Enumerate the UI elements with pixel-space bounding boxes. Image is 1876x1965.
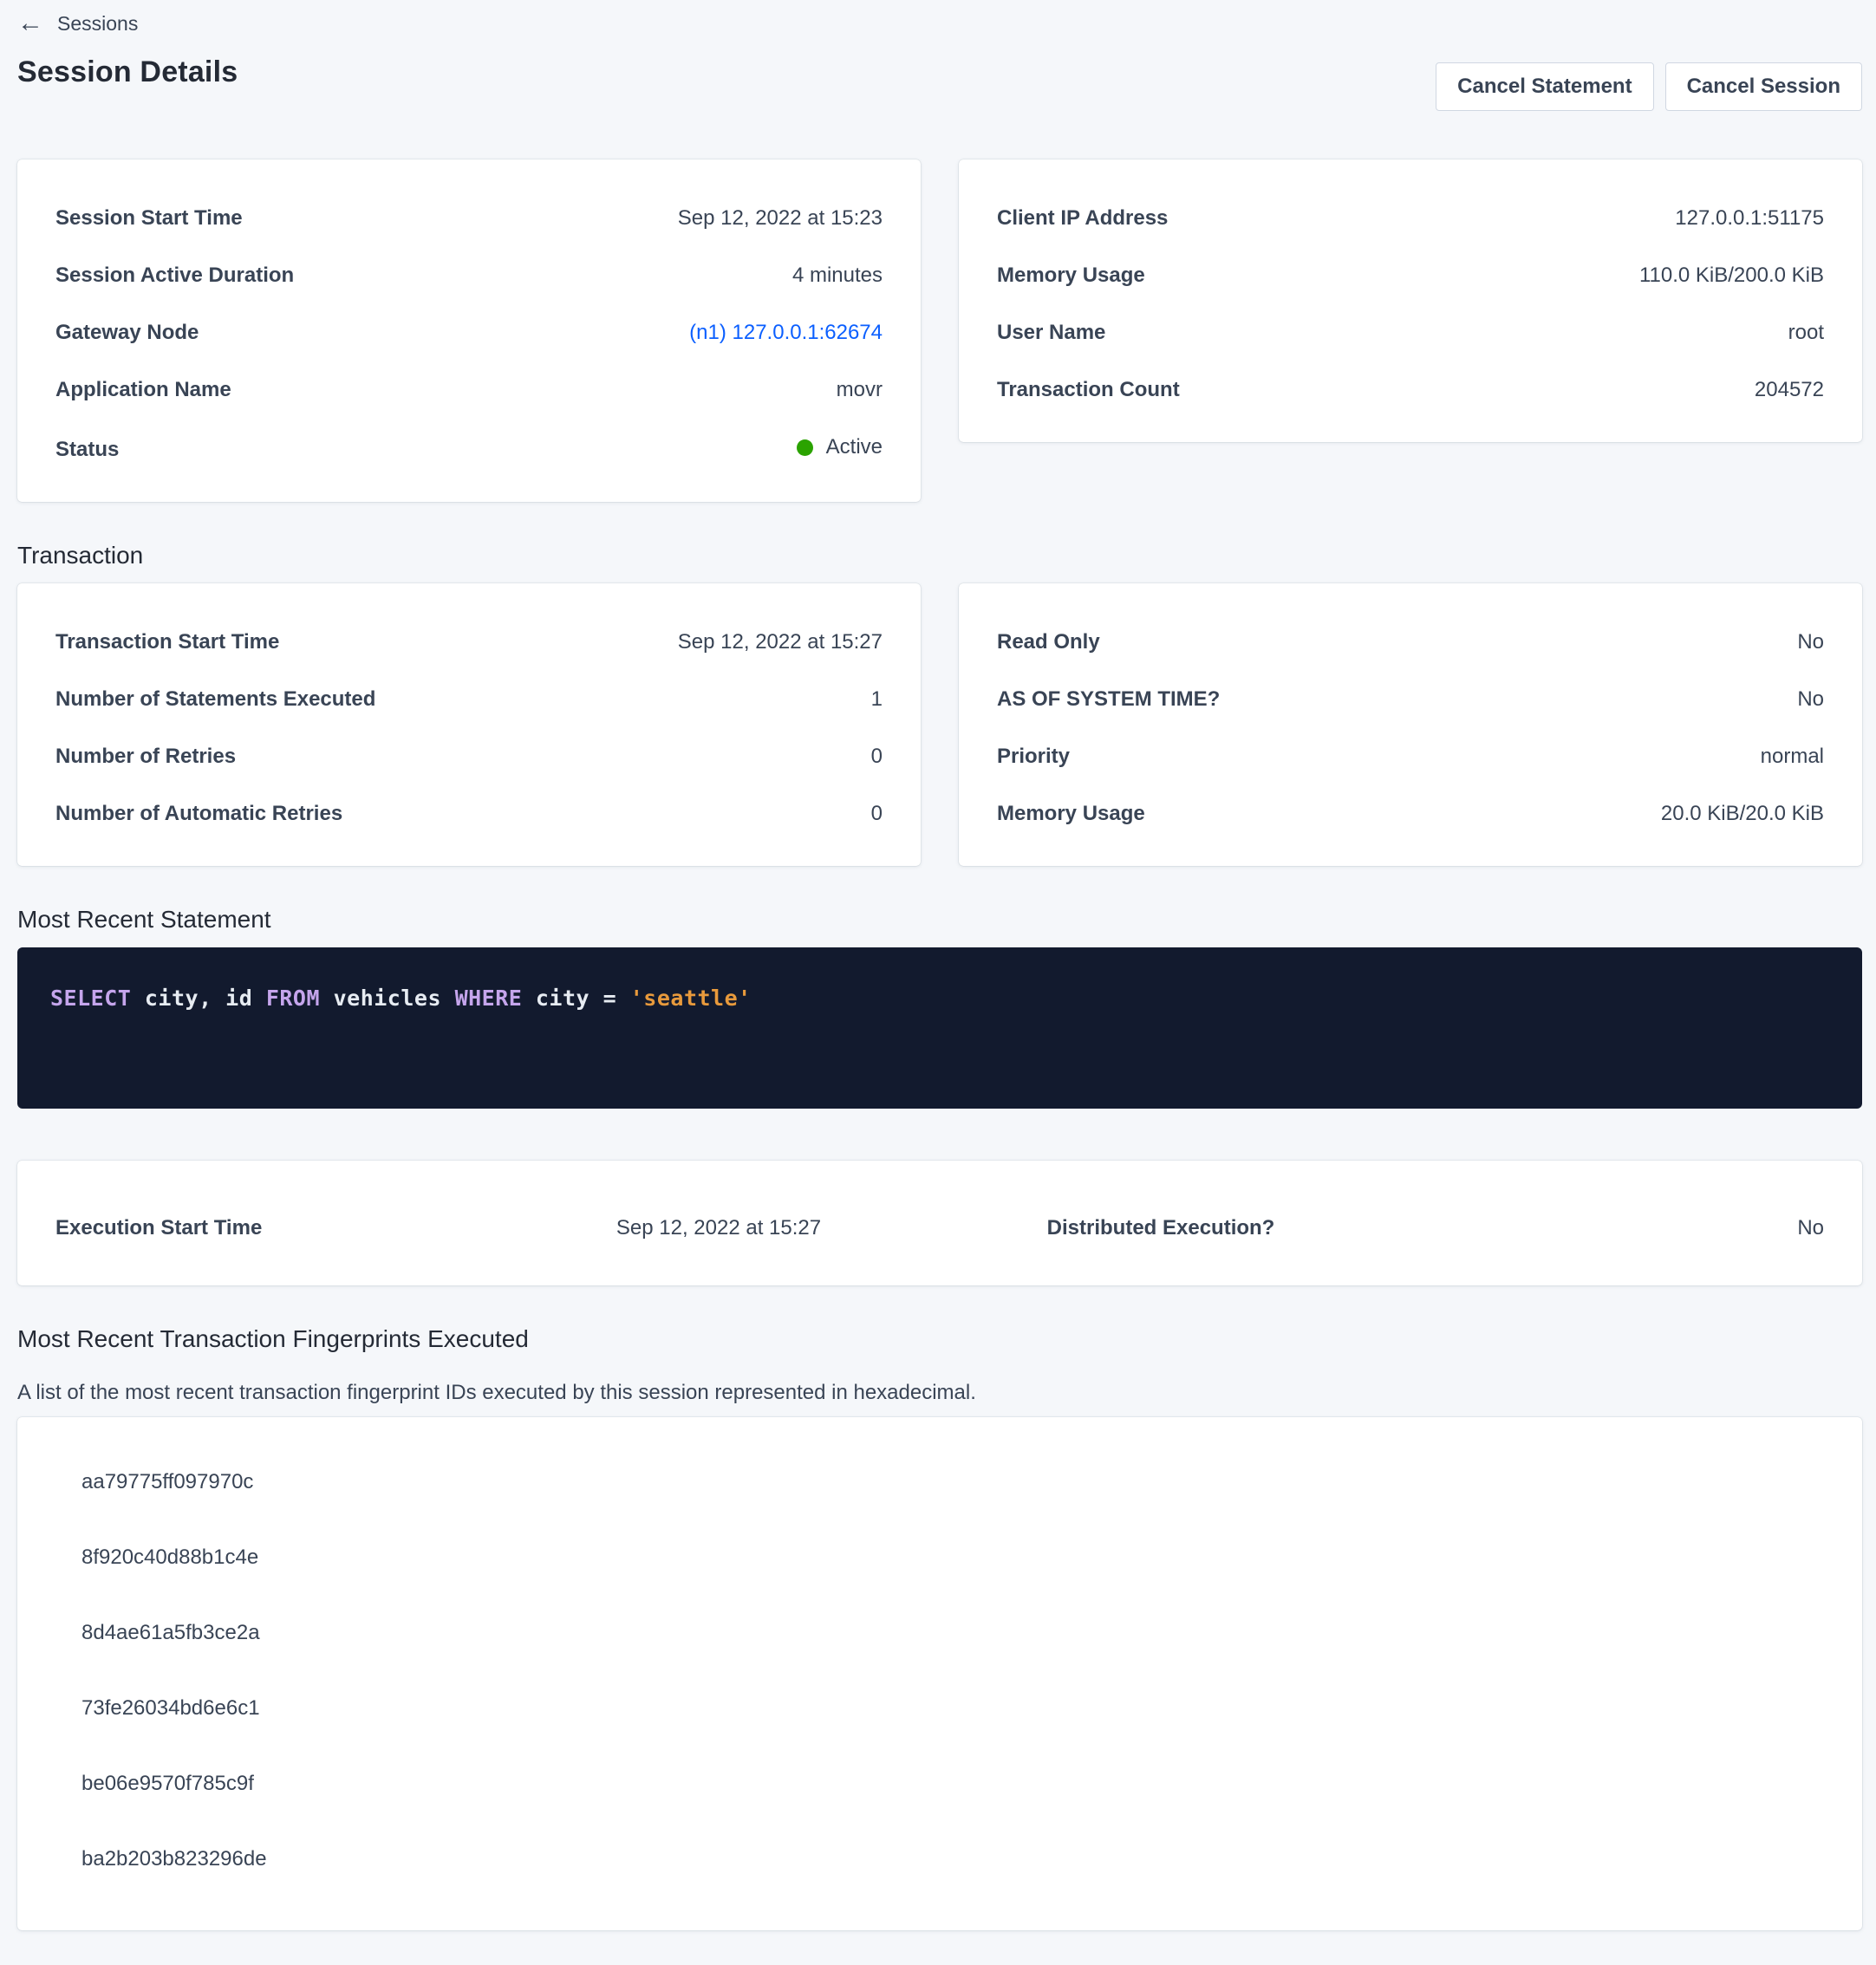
- read-only-value: No: [1797, 630, 1824, 654]
- fingerprint-item: 73fe26034bd6e6c1: [81, 1697, 1798, 1720]
- info-row: Session Active Duration 4 minutes: [55, 264, 883, 288]
- sql-token-keyword: SELECT: [50, 986, 131, 1011]
- transaction-card-left: Transaction Start Time Sep 12, 2022 at 1…: [17, 583, 921, 866]
- execution-start-time-value: Sep 12, 2022 at 15:27: [498, 1216, 940, 1240]
- info-label: Session Active Duration: [55, 264, 294, 288]
- info-row: Number of Retries 0: [55, 745, 883, 769]
- info-row: Number of Statements Executed 1: [55, 687, 883, 712]
- page-title: Session Details: [17, 55, 238, 89]
- sql-token-keyword: FROM: [266, 986, 320, 1011]
- distributed-execution-value: No: [1382, 1216, 1824, 1240]
- user-name-value: root: [1788, 321, 1824, 345]
- info-label: Memory Usage: [997, 802, 1145, 826]
- info-label: User Name: [997, 321, 1105, 345]
- session-start-time-value: Sep 12, 2022 at 15:23: [678, 206, 883, 231]
- fingerprint-item: 8f920c40d88b1c4e: [81, 1546, 1798, 1569]
- session-active-duration-value: 4 minutes: [792, 264, 883, 288]
- info-label: Number of Statements Executed: [55, 687, 375, 712]
- as-of-system-time-value: No: [1797, 687, 1824, 712]
- info-label: Client IP Address: [997, 206, 1168, 231]
- session-info-card-right: Client IP Address 127.0.0.1:51175 Memory…: [959, 159, 1862, 442]
- fingerprints-description: A list of the most recent transaction fi…: [17, 1381, 1862, 1405]
- client-ip-value: 127.0.0.1:51175: [1675, 206, 1824, 231]
- cancel-statement-button[interactable]: Cancel Statement: [1436, 62, 1653, 111]
- fingerprints-section-heading: Most Recent Transaction Fingerprints Exe…: [17, 1325, 1862, 1353]
- info-row: Application Name movr: [55, 378, 883, 402]
- execution-start-time-label: Execution Start Time: [55, 1216, 498, 1240]
- info-row: Status Active: [55, 435, 883, 462]
- statement-section-heading: Most Recent Statement: [17, 906, 1862, 934]
- info-row: AS OF SYSTEM TIME? No: [997, 687, 1824, 712]
- memory-usage-value: 110.0 KiB/200.0 KiB: [1639, 264, 1824, 288]
- sql-token-plain: city, id: [131, 986, 266, 1011]
- transaction-count-value: 204572: [1755, 378, 1824, 402]
- info-row: User Name root: [997, 321, 1824, 345]
- status-badge: Active: [797, 435, 883, 459]
- session-summary-row: Session Start Time Sep 12, 2022 at 15:23…: [17, 159, 1862, 502]
- automatic-retries-value: 0: [871, 802, 883, 826]
- back-to-sessions-link[interactable]: ← Sessions: [17, 10, 138, 36]
- fingerprint-item: be06e9570f785c9f: [81, 1773, 1798, 1795]
- transaction-card-right: Read Only No AS OF SYSTEM TIME? No Prior…: [959, 583, 1862, 866]
- info-row: Read Only No: [997, 630, 1824, 654]
- back-arrow-icon: ←: [17, 10, 43, 36]
- session-details-page: ← Sessions Session Details Cancel Statem…: [0, 0, 1876, 1965]
- fingerprint-item: ba2b203b823296de: [81, 1848, 1798, 1871]
- gateway-node-link[interactable]: (n1) 127.0.0.1:62674: [689, 321, 883, 345]
- info-label: AS OF SYSTEM TIME?: [997, 687, 1220, 712]
- back-link-label: Sessions: [57, 12, 138, 36]
- sql-token-plain: city =: [522, 986, 629, 1011]
- info-label: Priority: [997, 745, 1070, 769]
- info-row: Number of Automatic Retries 0: [55, 802, 883, 826]
- info-label: Transaction Start Time: [55, 630, 279, 654]
- header-actions: Cancel Statement Cancel Session: [1436, 62, 1862, 111]
- info-row: Memory Usage 20.0 KiB/20.0 KiB: [997, 802, 1824, 826]
- session-info-card-left: Session Start Time Sep 12, 2022 at 15:23…: [17, 159, 921, 502]
- sql-token-plain: vehicles: [320, 986, 455, 1011]
- info-label: Number of Automatic Retries: [55, 802, 342, 826]
- info-label: Gateway Node: [55, 321, 199, 345]
- priority-value: normal: [1761, 745, 1824, 769]
- info-label: Application Name: [55, 378, 231, 402]
- sql-statement-box: SELECT city, id FROM vehicles WHERE city…: [17, 947, 1862, 1109]
- info-row: Gateway Node (n1) 127.0.0.1:62674: [55, 321, 883, 345]
- info-label: Read Only: [997, 630, 1100, 654]
- fingerprint-item: 8d4ae61a5fb3ce2a: [81, 1622, 1798, 1644]
- info-row: Priority normal: [997, 745, 1824, 769]
- info-label: Session Start Time: [55, 206, 243, 231]
- transaction-section-heading: Transaction: [17, 542, 1862, 569]
- transaction-row: Transaction Start Time Sep 12, 2022 at 1…: [17, 583, 1862, 866]
- info-label: Number of Retries: [55, 745, 236, 769]
- sql-statement-code: SELECT city, id FROM vehicles WHERE city…: [50, 986, 752, 1011]
- info-row: Transaction Start Time Sep 12, 2022 at 1…: [55, 630, 883, 654]
- info-row: Memory Usage 110.0 KiB/200.0 KiB: [997, 264, 1824, 288]
- execution-info-card: Execution Start Time Sep 12, 2022 at 15:…: [17, 1161, 1862, 1285]
- page-header: Session Details Cancel Statement Cancel …: [17, 55, 1862, 111]
- info-row: Session Start Time Sep 12, 2022 at 15:23: [55, 206, 883, 231]
- transaction-start-time-value: Sep 12, 2022 at 15:27: [678, 630, 883, 654]
- fingerprint-item: aa79775ff097970c: [81, 1471, 1798, 1493]
- fingerprints-card: aa79775ff097970c 8f920c40d88b1c4e 8d4ae6…: [17, 1417, 1862, 1930]
- transaction-memory-usage-value: 20.0 KiB/20.0 KiB: [1661, 802, 1824, 826]
- info-row: Client IP Address 127.0.0.1:51175: [997, 206, 1824, 231]
- sql-token-keyword: WHERE: [455, 986, 523, 1011]
- info-label: Status: [55, 438, 119, 462]
- cancel-session-button[interactable]: Cancel Session: [1665, 62, 1862, 111]
- status-active-dot-icon: [797, 439, 813, 456]
- retries-value: 0: [871, 745, 883, 769]
- sql-token-string: 'seattle': [630, 986, 752, 1011]
- status-value: Active: [826, 435, 883, 459]
- application-name-value: movr: [837, 378, 883, 402]
- distributed-execution-label: Distributed Execution?: [940, 1216, 1382, 1240]
- statements-executed-value: 1: [871, 687, 883, 712]
- info-label: Transaction Count: [997, 378, 1180, 402]
- info-row: Transaction Count 204572: [997, 378, 1824, 402]
- info-label: Memory Usage: [997, 264, 1145, 288]
